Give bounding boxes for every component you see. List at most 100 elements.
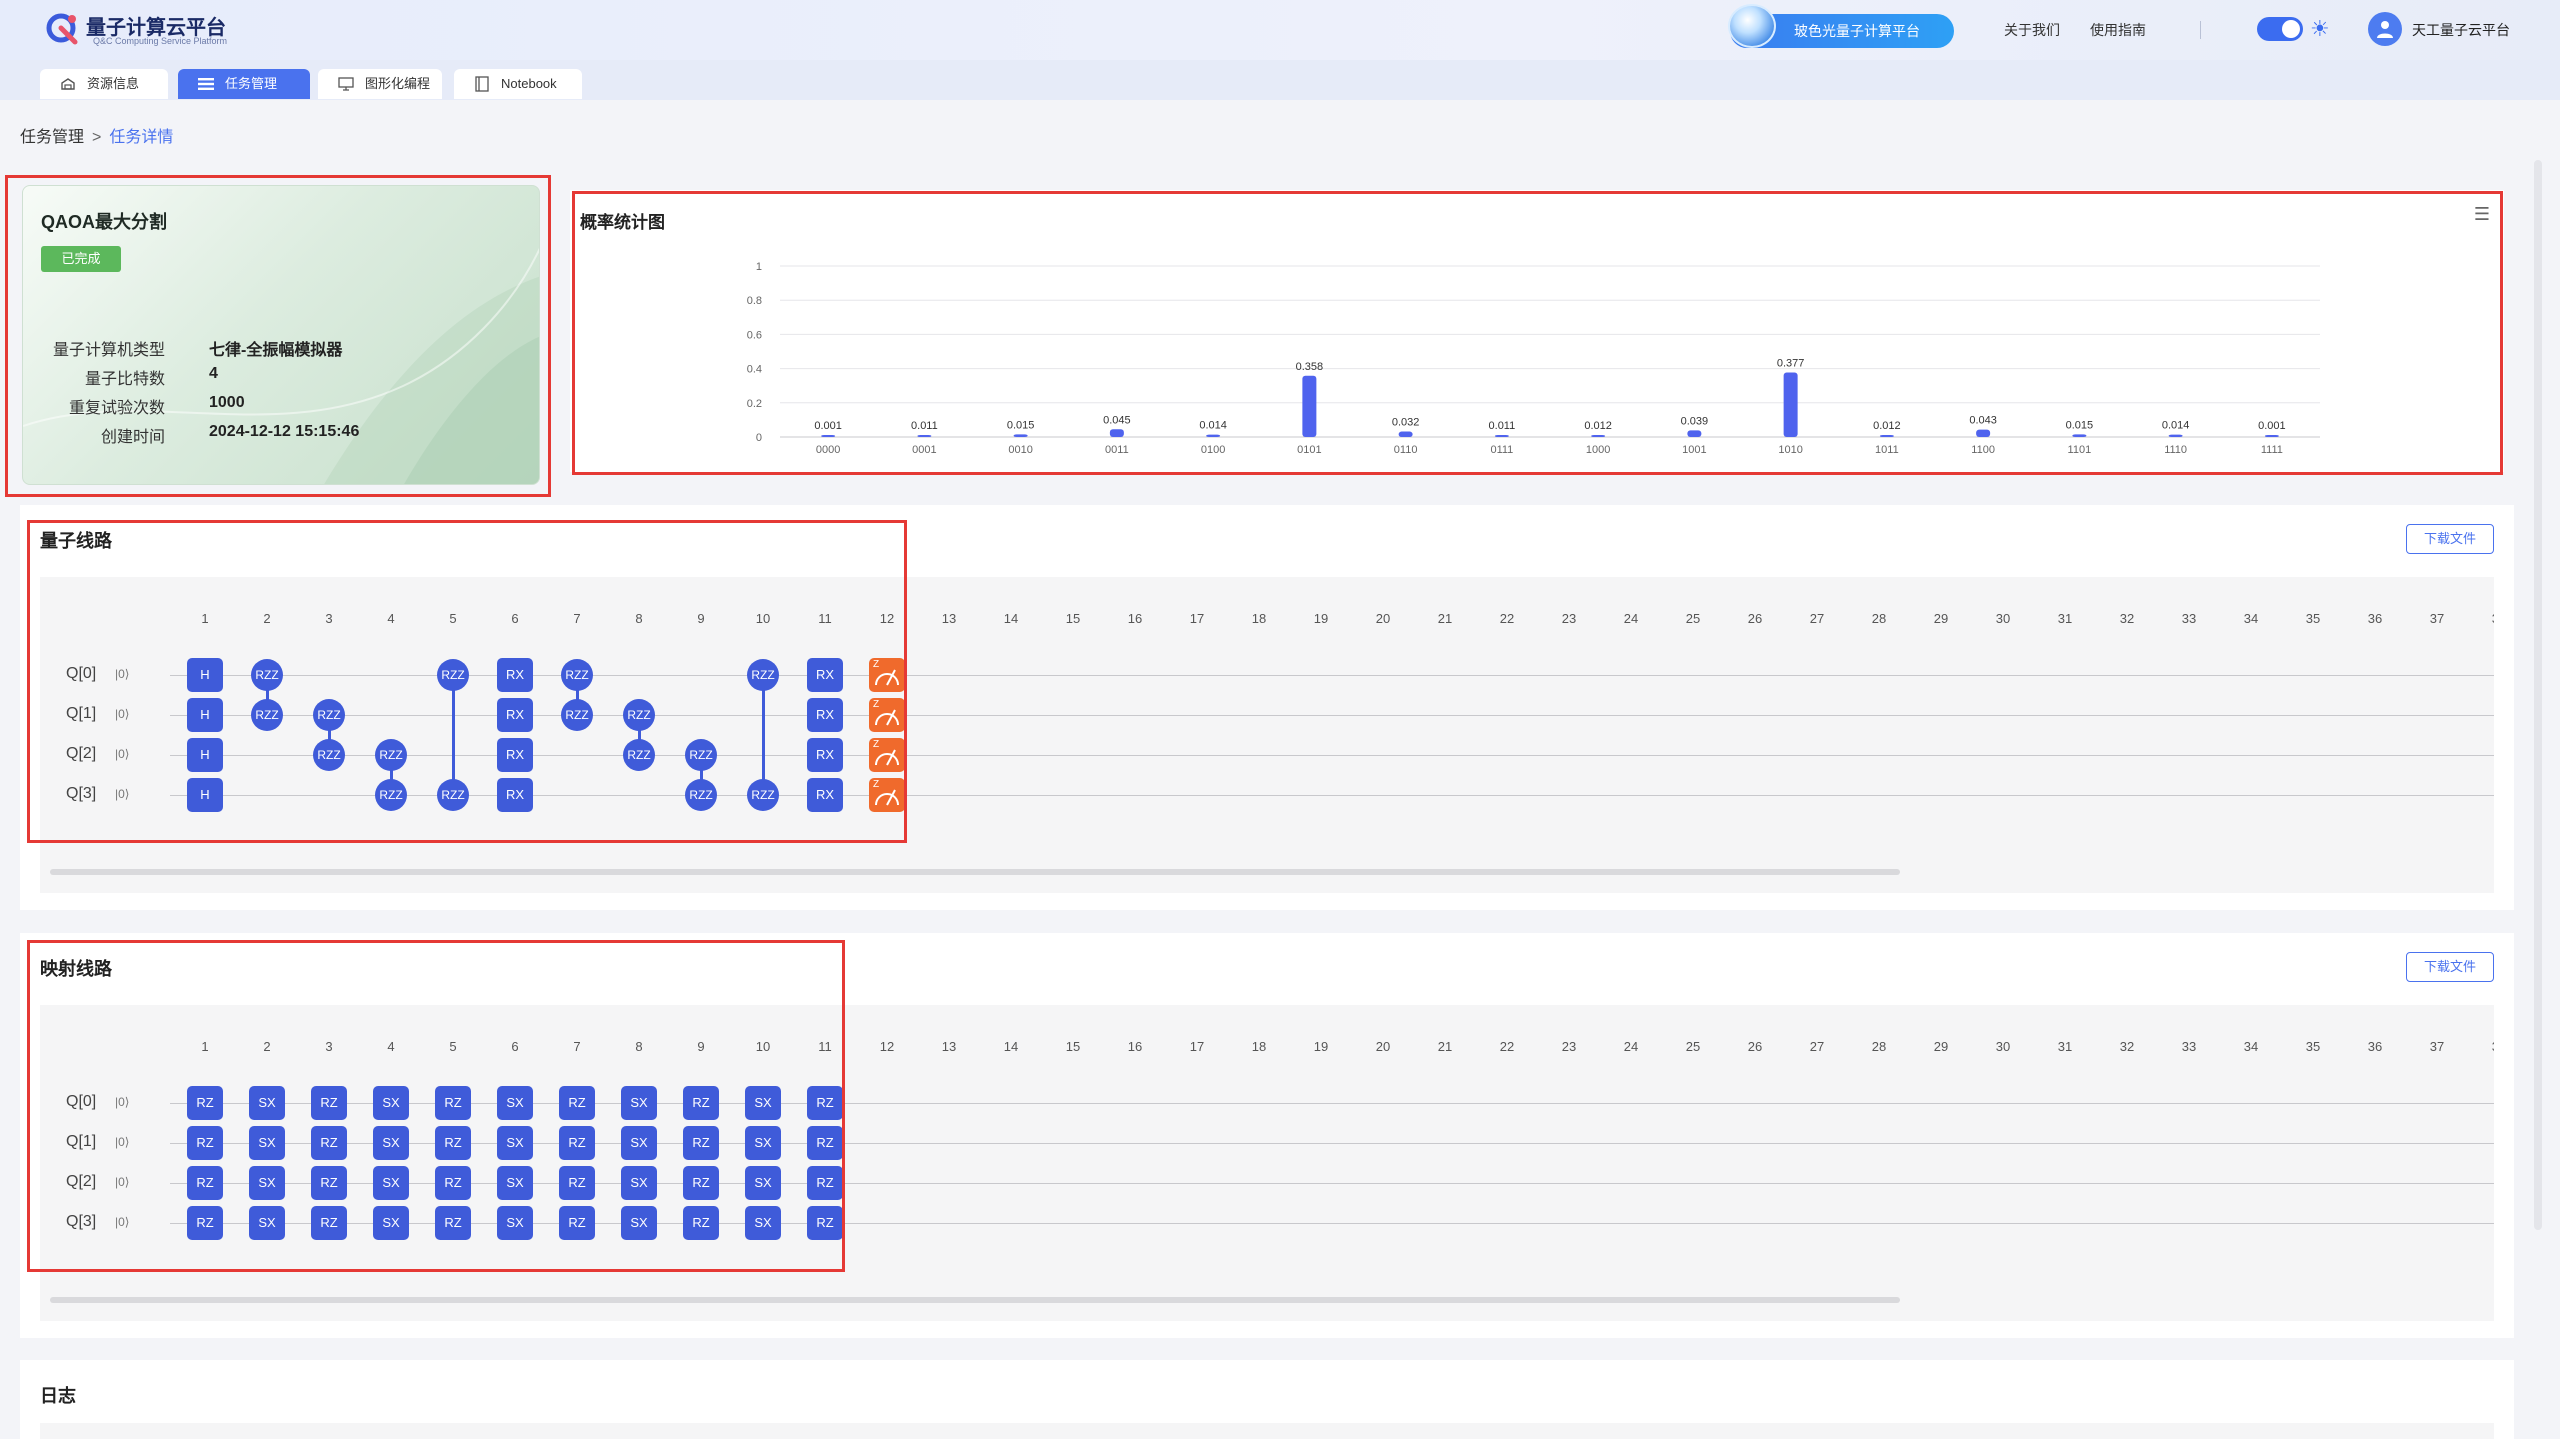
rz-gate[interactable]: RZ <box>311 1206 347 1240</box>
rz-gate[interactable]: RZ <box>559 1166 595 1200</box>
column-number: 25 <box>1685 611 1701 626</box>
rzz-gate[interactable]: RZZ <box>561 699 593 731</box>
gem-icon <box>1728 4 1776 48</box>
sx-gate[interactable]: SX <box>497 1206 533 1240</box>
rzz-gate[interactable]: RZZ <box>375 779 407 811</box>
rz-gate[interactable]: RZ <box>683 1086 719 1120</box>
column-number: 4 <box>387 1039 395 1054</box>
sx-gate[interactable]: SX <box>497 1166 533 1200</box>
rz-gate[interactable]: RZ <box>435 1166 471 1200</box>
measure-gate[interactable]: Z <box>869 738 905 772</box>
rz-gate[interactable]: RZ <box>435 1086 471 1120</box>
horizontal-scrollbar[interactable] <box>50 1297 1900 1303</box>
rz-gate[interactable]: RZ <box>187 1166 223 1200</box>
rzz-gate[interactable]: RZZ <box>375 739 407 771</box>
rzz-gate[interactable]: RZZ <box>685 739 717 771</box>
rz-gate[interactable]: RZ <box>807 1086 843 1120</box>
tab-graphical-programming[interactable]: 图形化编程 <box>318 69 442 99</box>
rz-gate[interactable]: RZ <box>559 1126 595 1160</box>
sx-gate[interactable]: SX <box>621 1086 657 1120</box>
measure-gate[interactable]: Z <box>869 698 905 732</box>
sx-gate[interactable]: SX <box>621 1126 657 1160</box>
rz-gate[interactable]: RZ <box>187 1086 223 1120</box>
rz-gate[interactable]: RZ <box>683 1206 719 1240</box>
tab-task-management[interactable]: 任务管理 <box>178 69 310 99</box>
breadcrumb: 任务管理 > 任务详情 <box>20 123 173 147</box>
download-button[interactable]: 下载文件 <box>2406 952 2494 982</box>
rzz-gate[interactable]: RZZ <box>313 739 345 771</box>
rx-gate[interactable]: RX <box>807 738 843 772</box>
sx-gate[interactable]: SX <box>497 1126 533 1160</box>
breadcrumb-parent[interactable]: 任务管理 <box>20 129 84 146</box>
h-gate[interactable]: H <box>187 778 223 812</box>
rzz-gate[interactable]: RZZ <box>251 659 283 691</box>
sx-gate[interactable]: SX <box>745 1206 781 1240</box>
sx-gate[interactable]: SX <box>373 1086 409 1120</box>
rzz-gate[interactable]: RZZ <box>561 659 593 691</box>
sx-gate[interactable]: SX <box>621 1206 657 1240</box>
h-gate[interactable]: H <box>187 698 223 732</box>
rz-gate[interactable]: RZ <box>311 1166 347 1200</box>
column-number: 27 <box>1809 1039 1825 1054</box>
sx-gate[interactable]: SX <box>249 1166 285 1200</box>
promo-button[interactable]: 玻色光量子计算平台 <box>1728 4 1954 48</box>
h-gate[interactable]: H <box>187 738 223 772</box>
rzz-gate[interactable]: RZZ <box>313 699 345 731</box>
h-gate[interactable]: H <box>187 658 223 692</box>
rz-gate[interactable]: RZ <box>683 1166 719 1200</box>
sx-gate[interactable]: SX <box>373 1166 409 1200</box>
measure-gate[interactable]: Z <box>869 658 905 692</box>
sx-gate[interactable]: SX <box>745 1166 781 1200</box>
sx-gate[interactable]: SX <box>249 1206 285 1240</box>
rx-gate[interactable]: RX <box>807 658 843 692</box>
user-name[interactable]: 天工量子云平台 <box>2412 20 2510 40</box>
sx-gate[interactable]: SX <box>497 1086 533 1120</box>
rz-gate[interactable]: RZ <box>559 1206 595 1240</box>
rzz-gate[interactable]: RZZ <box>747 659 779 691</box>
theme-toggle[interactable] <box>2257 17 2303 41</box>
sx-gate[interactable]: SX <box>745 1086 781 1120</box>
rx-gate[interactable]: RX <box>497 778 533 812</box>
rx-gate[interactable]: RX <box>497 738 533 772</box>
sx-gate[interactable]: SX <box>249 1126 285 1160</box>
rzz-gate[interactable]: RZZ <box>623 739 655 771</box>
tab-notebook[interactable]: Notebook <box>454 69 582 99</box>
rz-gate[interactable]: RZ <box>311 1126 347 1160</box>
download-button[interactable]: 下载文件 <box>2406 524 2494 554</box>
y-tick-label: 1 <box>756 261 762 273</box>
rx-gate[interactable]: RX <box>807 778 843 812</box>
rz-gate[interactable]: RZ <box>187 1206 223 1240</box>
guide-link[interactable]: 使用指南 <box>2090 20 2146 40</box>
rz-gate[interactable]: RZ <box>311 1086 347 1120</box>
rzz-gate[interactable]: RZZ <box>251 699 283 731</box>
horizontal-scrollbar[interactable] <box>50 869 1900 875</box>
sx-gate[interactable]: SX <box>621 1166 657 1200</box>
about-link[interactable]: 关于我们 <box>2004 20 2060 40</box>
rzz-gate[interactable]: RZZ <box>685 779 717 811</box>
rzz-gate[interactable]: RZZ <box>437 659 469 691</box>
rz-gate[interactable]: RZ <box>187 1126 223 1160</box>
tab-resources[interactable]: 资源信息 <box>40 69 168 99</box>
rzz-gate[interactable]: RZZ <box>623 699 655 731</box>
sx-gate[interactable]: SX <box>373 1126 409 1160</box>
rz-gate[interactable]: RZ <box>807 1206 843 1240</box>
sx-gate[interactable]: SX <box>745 1126 781 1160</box>
rzz-gate[interactable]: RZZ <box>747 779 779 811</box>
page-scrollbar[interactable] <box>2534 160 2542 1230</box>
rx-gate[interactable]: RX <box>497 698 533 732</box>
avatar[interactable] <box>2368 12 2402 46</box>
rz-gate[interactable]: RZ <box>807 1126 843 1160</box>
rz-gate[interactable]: RZ <box>807 1166 843 1200</box>
rz-gate[interactable]: RZ <box>683 1126 719 1160</box>
rz-gate[interactable]: RZ <box>435 1206 471 1240</box>
sx-gate[interactable]: SX <box>249 1086 285 1120</box>
rz-gate[interactable]: RZ <box>435 1126 471 1160</box>
measure-gate[interactable]: Z <box>869 778 905 812</box>
sx-gate[interactable]: SX <box>373 1206 409 1240</box>
rx-gate[interactable]: RX <box>497 658 533 692</box>
rzz-gate[interactable]: RZZ <box>437 779 469 811</box>
logo[interactable]: 量子计算云平台 Q&C Computing Service Platform <box>44 10 227 46</box>
sun-icon[interactable]: ☀ <box>2310 14 2330 44</box>
rz-gate[interactable]: RZ <box>559 1086 595 1120</box>
rx-gate[interactable]: RX <box>807 698 843 732</box>
